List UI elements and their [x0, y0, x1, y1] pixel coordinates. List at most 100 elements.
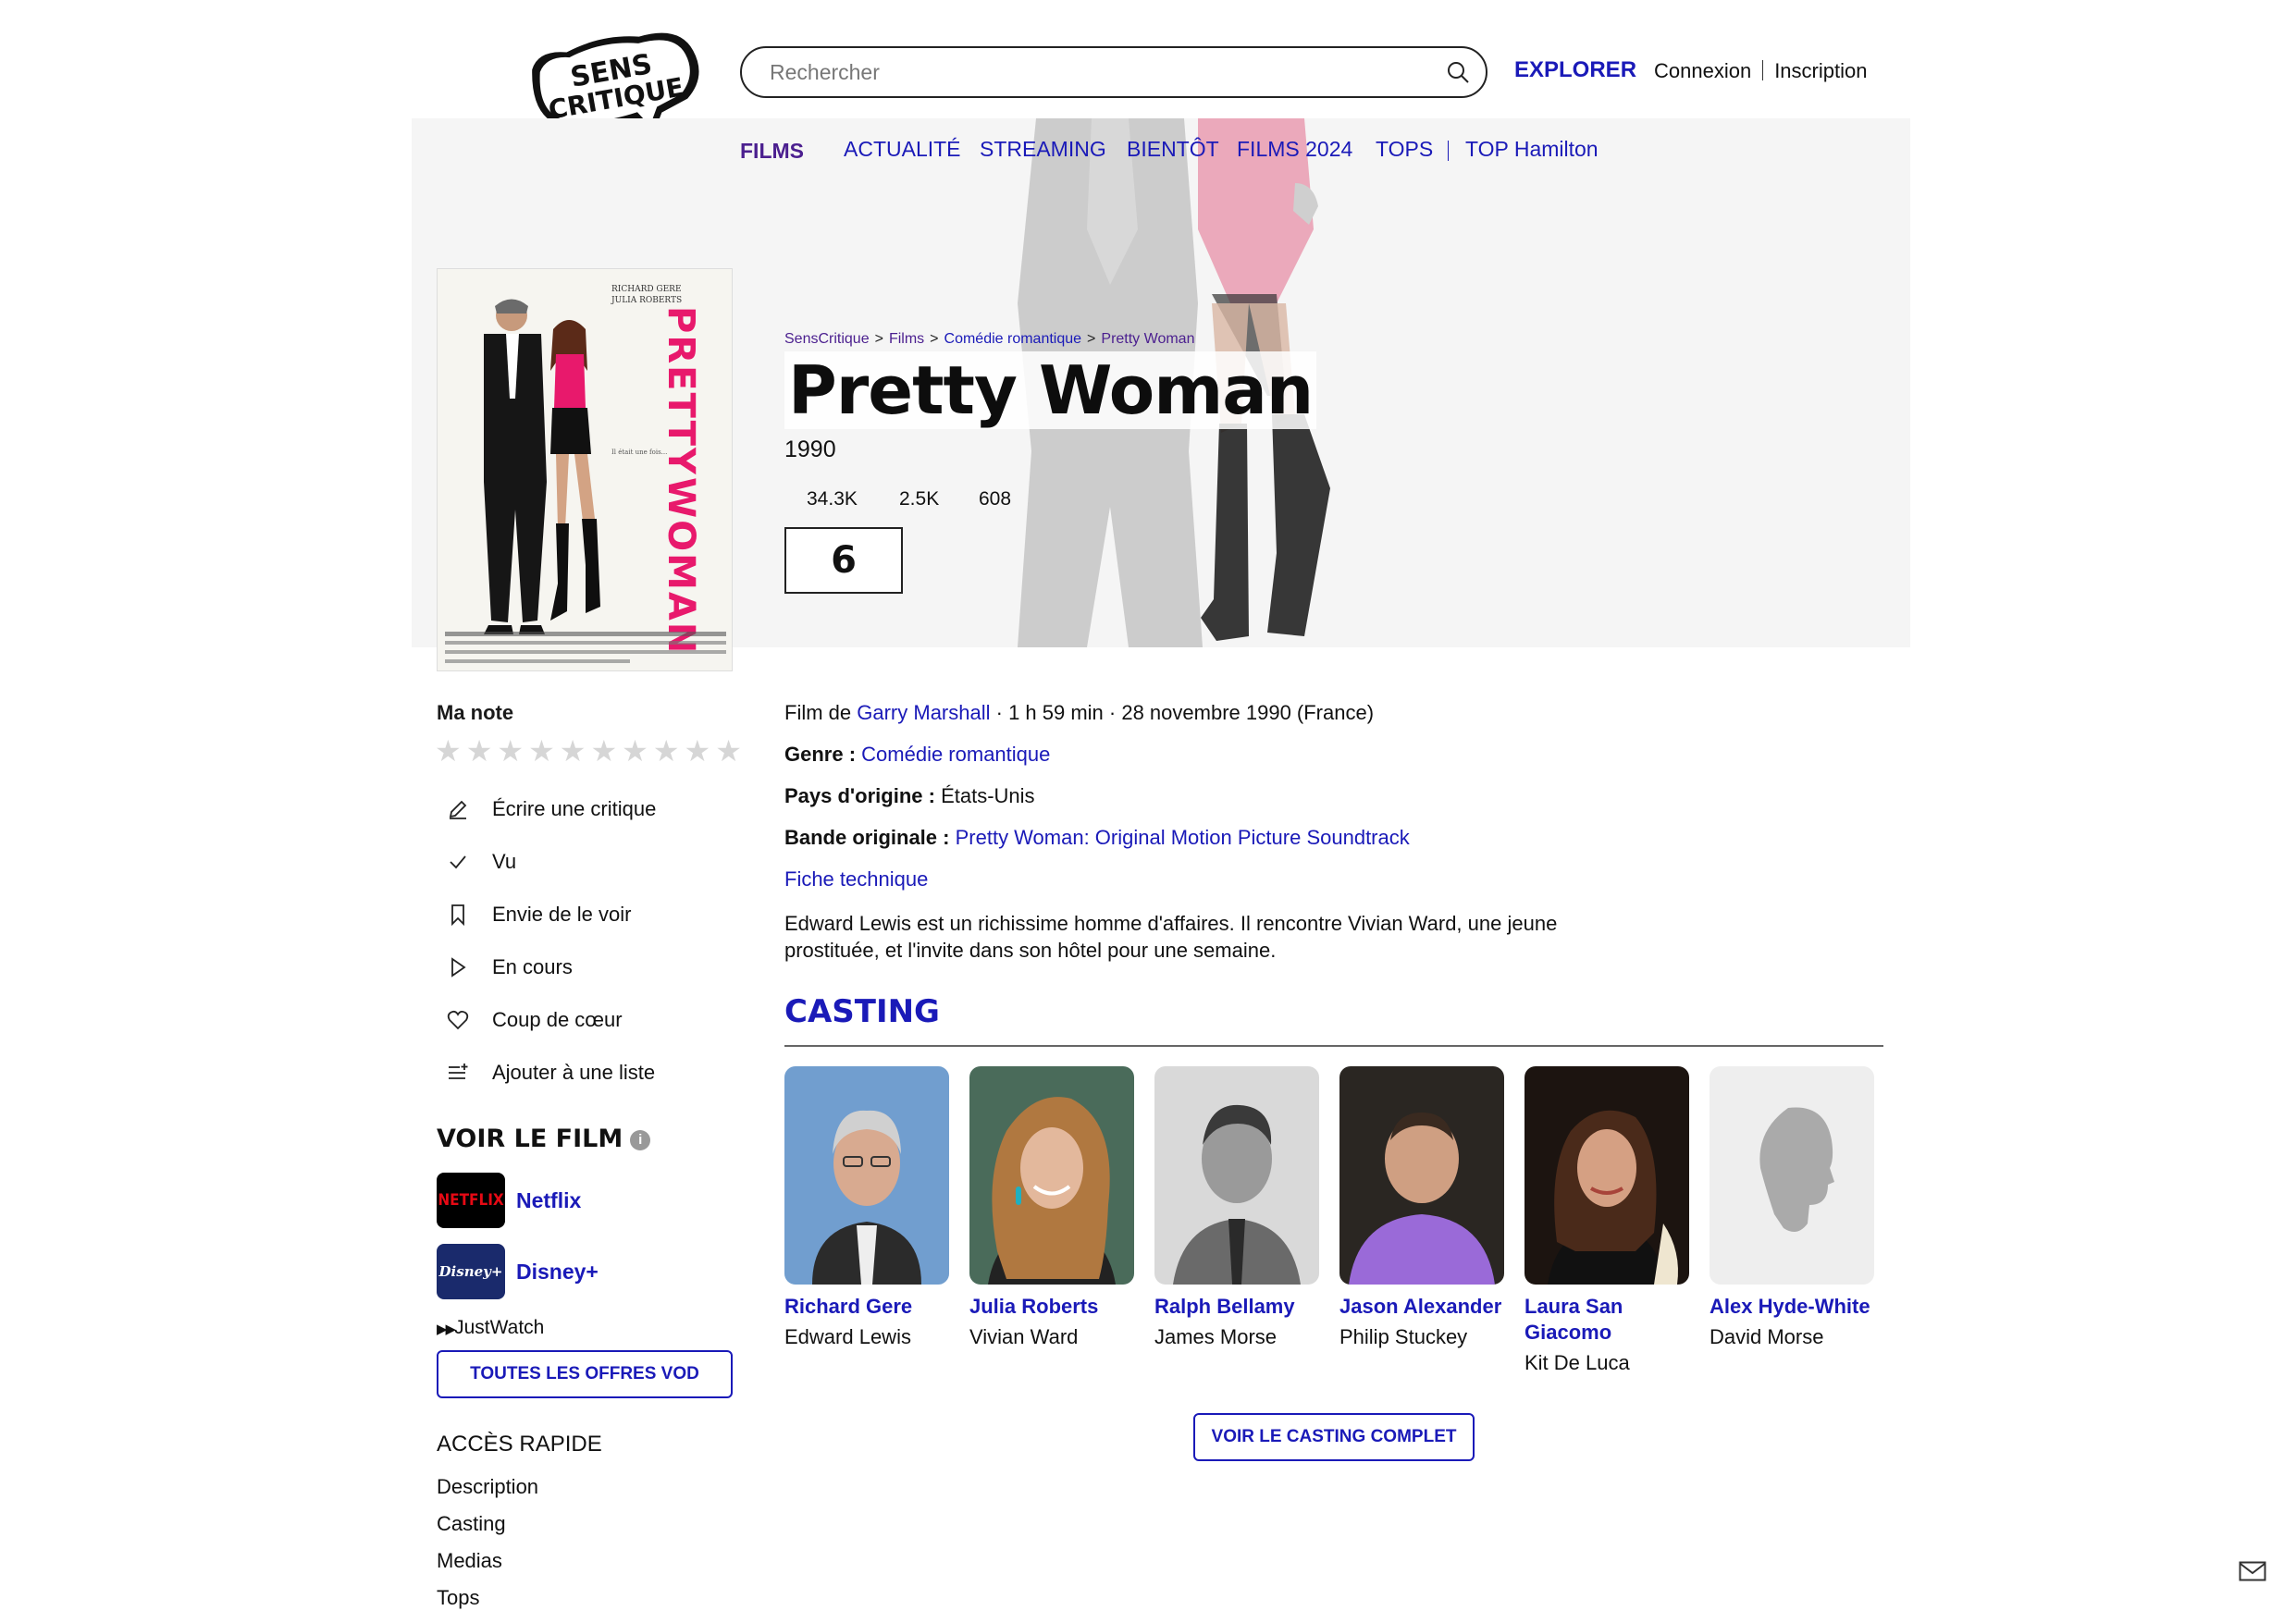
- info-icon[interactable]: i: [630, 1130, 651, 1150]
- quick-link-tops[interactable]: Tops: [437, 1586, 479, 1610]
- action-label: Écrire une critique: [492, 797, 657, 820]
- rating-star-icon[interactable]: ★: [497, 735, 524, 767]
- actor-name[interactable]: Julia Roberts: [969, 1294, 1136, 1320]
- rating-star-icon[interactable]: ★: [622, 735, 648, 767]
- nav-films-2024[interactable]: FILMS 2024: [1237, 137, 1352, 162]
- actor-name[interactable]: Alex Hyde-White: [1710, 1294, 1876, 1320]
- actor-role: Philip Stuckey: [1339, 1325, 1468, 1348]
- rating-star-icon[interactable]: ★: [715, 735, 742, 767]
- movie-year: 1990: [784, 436, 836, 462]
- stat-reviews-count[interactable]: 608: [979, 488, 1011, 510]
- my-rating-label: Ma note: [437, 701, 514, 724]
- actor-photo-placeholder[interactable]: [1710, 1066, 1874, 1285]
- search-icon[interactable]: [1445, 59, 1471, 85]
- breadcrumb-senscritique[interactable]: SensCritique: [784, 331, 870, 347]
- actor-photo[interactable]: [1154, 1066, 1319, 1285]
- nav-top-hamilton[interactable]: TOP Hamilton: [1465, 137, 1599, 162]
- check-icon: [442, 848, 474, 876]
- auth-links: Connexion Inscription: [1654, 59, 1867, 83]
- mail-icon[interactable]: [2239, 1561, 2266, 1581]
- cast-card[interactable]: Laura San Giacomo Kit De Luca: [1524, 1066, 1691, 1375]
- full-cast-button[interactable]: VOIR LE CASTING COMPLET: [1193, 1413, 1475, 1461]
- nav-actualite[interactable]: ACTUALITÉ: [844, 137, 961, 162]
- cast-card[interactable]: Richard Gere Edward Lewis: [784, 1066, 951, 1349]
- movie-details: · 1 h 59 min · 28 novembre 1990 (France): [995, 701, 1375, 724]
- stat-wishlist-count[interactable]: 2.5K: [899, 488, 939, 510]
- cast-card[interactable]: Alex Hyde-White David Morse: [1710, 1066, 1876, 1349]
- country-label: Pays d'origine :: [784, 784, 935, 807]
- justwatch-logo[interactable]: ▶▶JustWatch: [437, 1317, 544, 1339]
- action-write-review[interactable]: Écrire une critique: [442, 795, 656, 823]
- rating-stars[interactable]: ★ ★ ★ ★ ★ ★ ★ ★ ★ ★: [435, 735, 742, 767]
- breadcrumb-genre[interactable]: Comédie romantique: [944, 331, 1082, 347]
- genre-label: Genre :: [784, 743, 857, 766]
- search-bar[interactable]: [740, 46, 1487, 98]
- action-favorite[interactable]: Coup de cœur: [442, 1006, 623, 1034]
- actor-photo[interactable]: [1524, 1066, 1689, 1285]
- nav-films[interactable]: FILMS: [740, 139, 804, 164]
- actor-role: Edward Lewis: [784, 1325, 911, 1348]
- average-score: 6: [784, 527, 903, 594]
- rating-star-icon[interactable]: ★: [590, 735, 617, 767]
- watch-title: VOIR LE FILM i: [437, 1125, 651, 1153]
- action-in-progress[interactable]: En cours: [442, 953, 573, 981]
- breadcrumb-separator: >: [930, 331, 939, 347]
- actor-name[interactable]: Laura San Giacomo: [1524, 1294, 1691, 1346]
- login-link[interactable]: Connexion: [1654, 59, 1751, 82]
- genre-link[interactable]: Comédie romantique: [861, 743, 1050, 766]
- play-icon: [442, 953, 474, 981]
- cast-card[interactable]: Ralph Bellamy James Morse: [1154, 1066, 1321, 1349]
- soundtrack-link[interactable]: Pretty Woman: Original Motion Picture So…: [956, 826, 1410, 849]
- breadcrumb-separator: >: [874, 331, 883, 347]
- nav-bientot[interactable]: BIENTÔT: [1127, 137, 1219, 162]
- actor-name[interactable]: Ralph Bellamy: [1154, 1294, 1321, 1320]
- nav-tops[interactable]: TOPS: [1376, 137, 1433, 162]
- provider-netflix[interactable]: NETFLIX Netflix: [437, 1173, 581, 1228]
- country-value: États-Unis: [941, 784, 1035, 807]
- search-input[interactable]: [770, 57, 1399, 87]
- actor-photo[interactable]: [1339, 1066, 1504, 1285]
- cast-card[interactable]: Jason Alexander Philip Stuckey: [1339, 1066, 1506, 1349]
- rating-star-icon[interactable]: ★: [435, 735, 462, 767]
- quick-link-description[interactable]: Description: [437, 1475, 538, 1499]
- nav-separator: [1448, 141, 1449, 161]
- signup-link[interactable]: Inscription: [1774, 59, 1867, 82]
- quick-link-casting[interactable]: Casting: [437, 1512, 506, 1536]
- justwatch-text: JustWatch: [454, 1317, 545, 1338]
- actor-name[interactable]: Jason Alexander: [1339, 1294, 1506, 1320]
- nav-streaming[interactable]: STREAMING: [980, 137, 1106, 162]
- cast-card[interactable]: Julia Roberts Vivian Ward: [969, 1066, 1136, 1349]
- rating-star-icon[interactable]: ★: [466, 735, 493, 767]
- actor-role: Vivian Ward: [969, 1325, 1079, 1348]
- provider-name[interactable]: Netflix: [516, 1188, 581, 1213]
- netflix-logo: NETFLIX: [437, 1173, 505, 1228]
- rating-star-icon[interactable]: ★: [685, 735, 711, 767]
- actor-photo[interactable]: [969, 1066, 1134, 1285]
- action-seen[interactable]: Vu: [442, 848, 516, 876]
- rating-star-icon[interactable]: ★: [560, 735, 586, 767]
- actor-name[interactable]: Richard Gere: [784, 1294, 951, 1320]
- provider-name[interactable]: Disney+: [516, 1260, 599, 1285]
- actor-photo[interactable]: [784, 1066, 949, 1285]
- action-add-to-list[interactable]: Ajouter à une liste: [442, 1059, 655, 1087]
- quick-access-title: ACCÈS RAPIDE: [437, 1432, 602, 1457]
- breadcrumb-current[interactable]: Pretty Woman: [1101, 331, 1194, 347]
- movie-poster[interactable]: RICHARD GERE JULIA ROBERTS PRETTY WOMAN …: [437, 268, 733, 671]
- tech-sheet-link[interactable]: Fiche technique: [784, 867, 928, 891]
- breadcrumb: SensCritique > Films > Comédie romantique > Pr…: [784, 331, 1194, 348]
- director-link[interactable]: Garry Marshall: [857, 701, 990, 724]
- watch-title-text: VOIR LE FILM: [437, 1125, 623, 1153]
- stat-ratings-count[interactable]: 34.3K: [807, 488, 858, 510]
- action-wishlist[interactable]: Envie de le voir: [442, 901, 631, 928]
- provider-disney[interactable]: Disney+ Disney+: [437, 1244, 599, 1299]
- rating-star-icon[interactable]: ★: [528, 735, 555, 767]
- actor-role: Kit De Luca: [1524, 1351, 1630, 1374]
- quick-link-medias[interactable]: Medias: [437, 1549, 502, 1573]
- rating-star-icon[interactable]: ★: [653, 735, 680, 767]
- heart-icon: [442, 1006, 474, 1034]
- breadcrumb-films[interactable]: Films: [889, 331, 924, 347]
- director-prefix: Film de: [784, 701, 852, 724]
- action-label: Ajouter à une liste: [492, 1061, 656, 1084]
- explorer-link[interactable]: EXPLORER: [1514, 57, 1636, 83]
- all-vod-offers-button[interactable]: TOUTES LES OFFRES VOD: [437, 1350, 733, 1398]
